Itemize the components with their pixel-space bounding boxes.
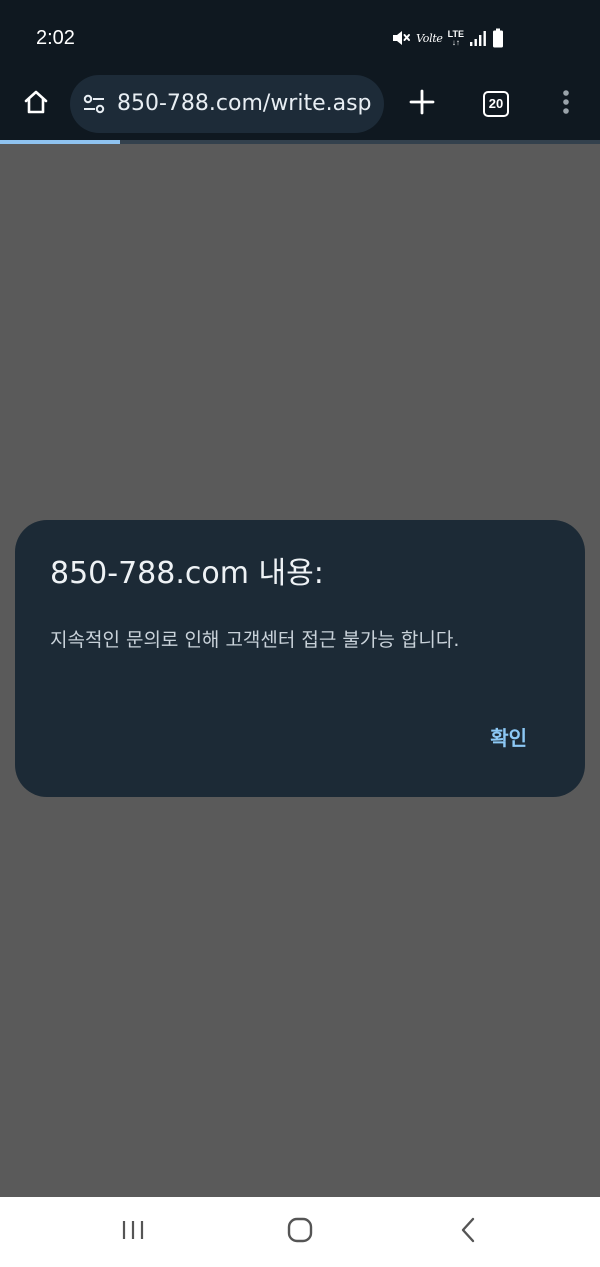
lte-icon: LTE ↓↑ (448, 29, 464, 47)
address-bar[interactable]: 850-788.com/write.asp (70, 75, 384, 133)
more-menu-button[interactable] (544, 82, 588, 126)
volte-icon: Volte (416, 31, 443, 45)
dialog-message: 지속적인 문의로 인해 고객센터 접근 불가능 합니다. (50, 629, 460, 651)
phone-screen: 2:02 Volte LTE ↓↑ 850-788.com/write.asp … (0, 0, 600, 1267)
recents-button[interactable] (111, 1210, 155, 1254)
lte-arrows: ↓↑ (451, 37, 460, 47)
tab-switcher-button[interactable]: 20 (474, 82, 518, 126)
status-icons: Volte LTE ↓↑ (391, 26, 504, 50)
signal-icon (469, 29, 487, 47)
system-back-button[interactable] (446, 1210, 490, 1254)
system-home-button[interactable] (278, 1210, 322, 1254)
dialog-title: 850-788.com 내용: (50, 556, 324, 591)
mute-icon (391, 29, 411, 47)
dialog-ok-button[interactable]: 확인 (480, 720, 537, 756)
home-circle-icon (287, 1217, 313, 1247)
alert-dialog: 850-788.com 내용: 지속적인 문의로 인해 고객센터 접근 불가능 … (15, 520, 585, 797)
back-chevron-icon (460, 1217, 476, 1247)
more-vert-icon (562, 89, 570, 119)
home-icon (22, 88, 50, 120)
site-settings-icon[interactable] (82, 92, 106, 116)
tab-switcher-icon: 20 (483, 91, 509, 117)
plus-icon (409, 89, 435, 119)
battery-icon (492, 28, 504, 48)
url-text: 850-788.com/write.asp (117, 91, 372, 116)
home-button[interactable] (14, 82, 58, 126)
system-nav-bar (0, 1197, 600, 1267)
status-bar: 2:02 Volte LTE ↓↑ (0, 0, 600, 70)
new-tab-button[interactable] (400, 82, 444, 126)
status-time: 2:02 (36, 27, 75, 49)
recents-icon (121, 1218, 145, 1246)
browser-toolbar: 850-788.com/write.asp 20 (0, 70, 600, 140)
